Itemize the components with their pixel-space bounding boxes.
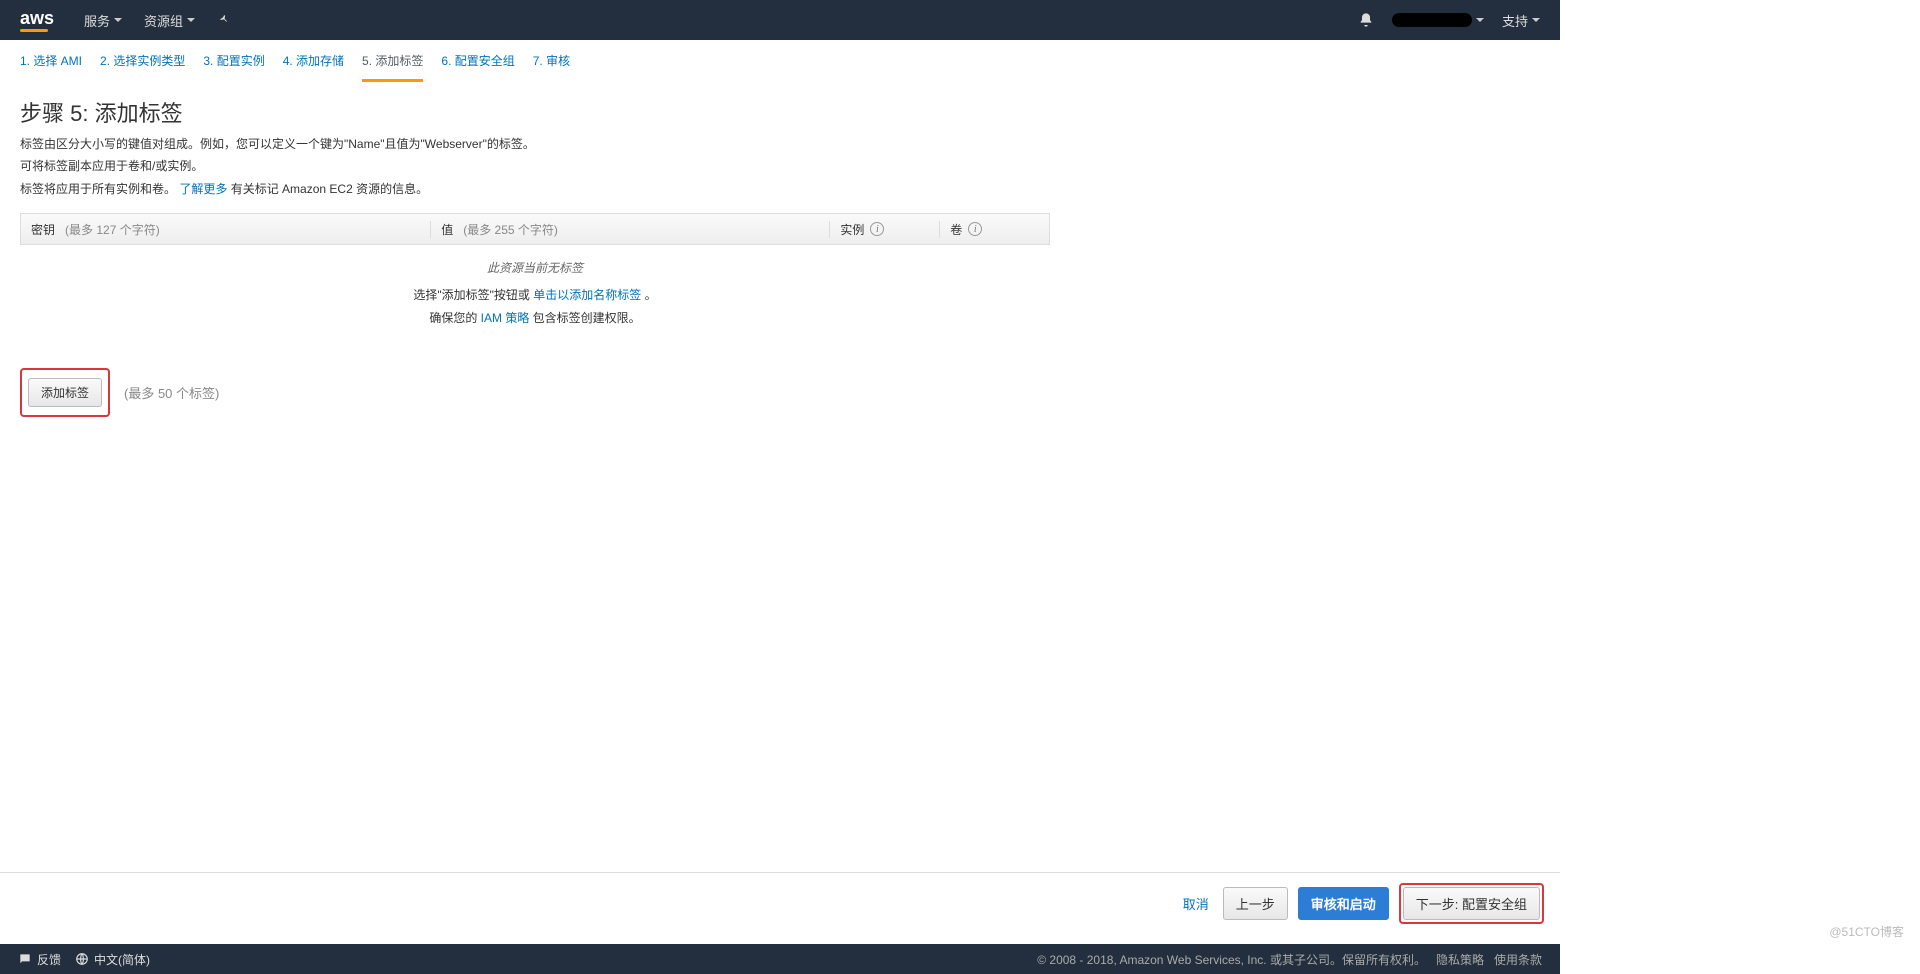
page-desc-3-suffix: 有关标记 Amazon EC2 资源的信息。	[231, 182, 428, 196]
language-label: 中文(简体)	[94, 951, 150, 968]
chevron-down-icon	[187, 18, 195, 22]
col-value: 值 (最多 255 个字符)	[430, 221, 829, 238]
add-tag-hint: (最多 50 个标签)	[124, 383, 219, 402]
services-menu[interactable]: 服务	[84, 11, 122, 30]
page-desc-3-prefix: 标签将应用于所有实例和卷。	[20, 182, 176, 196]
learn-more-link[interactable]: 了解更多	[179, 182, 227, 196]
col-instance: 实例 i	[829, 221, 939, 238]
aws-logo[interactable]: aws	[20, 9, 54, 32]
aws-logo-text: aws	[20, 9, 54, 27]
empty-tags-message: 此资源当前无标签	[20, 245, 1050, 284]
help1-prefix: 选择"添加标签"按钮或	[413, 288, 533, 302]
help1-suffix: 。	[645, 288, 657, 302]
help2-suffix: 包含标签创建权限。	[533, 311, 641, 325]
highlight-box: 下一步: 配置安全组	[1399, 883, 1544, 924]
page-desc-3: 标签将应用于所有实例和卷。 了解更多 有关标记 Amazon EC2 资源的信息…	[20, 179, 1540, 199]
col-key-label: 密钥	[31, 221, 55, 238]
review-launch-button[interactable]: 审核和启动	[1298, 887, 1389, 920]
iam-policy-link[interactable]: IAM 策略	[481, 311, 530, 325]
tags-table-header: 密钥 (最多 127 个字符) 值 (最多 255 个字符) 实例 i 卷 i	[20, 213, 1050, 245]
terms-link[interactable]: 使用条款	[1494, 951, 1542, 968]
support-menu[interactable]: 支持	[1502, 11, 1540, 30]
services-label: 服务	[84, 11, 110, 30]
aws-logo-smile	[20, 29, 48, 32]
bottom-bar: 反馈 中文(简体) © 2008 - 2018, Amazon Web Serv…	[0, 944, 1560, 974]
resource-groups-label: 资源组	[144, 11, 183, 30]
wizard-step-3[interactable]: 3. 配置实例	[203, 52, 264, 82]
top-nav: aws 服务 资源组 支持	[0, 0, 1560, 40]
col-value-hint: (最多 255 个字符)	[463, 221, 558, 238]
chevron-down-icon	[1532, 18, 1540, 22]
copyright-text: © 2008 - 2018, Amazon Web Services, Inc.…	[1037, 951, 1426, 968]
wizard-step-5[interactable]: 5. 添加标签	[362, 52, 423, 82]
tags-table: 密钥 (最多 127 个字符) 值 (最多 255 个字符) 实例 i 卷 i …	[20, 213, 1050, 340]
main-content: 步骤 5: 添加标签 标签由区分大小写的键值对组成。例如，您可以定义一个键为"N…	[0, 82, 1560, 431]
wizard-step-7[interactable]: 7. 审核	[533, 52, 570, 82]
help-text: 选择"添加标签"按钮或 单击以添加名称标签 。 确保您的 IAM 策略 包含标签…	[20, 284, 1050, 340]
col-volume: 卷 i	[939, 221, 1049, 238]
feedback-label: 反馈	[37, 951, 61, 968]
highlight-box: 添加标签	[20, 368, 110, 417]
info-icon[interactable]: i	[968, 222, 982, 236]
language-selector[interactable]: 中文(简体)	[75, 951, 150, 968]
page-desc-2: 可将标签副本应用于卷和/或实例。	[20, 156, 1540, 176]
add-tag-row: 添加标签 (最多 50 个标签)	[20, 368, 1540, 417]
chevron-down-icon	[114, 18, 122, 22]
wizard-steps: 1. 选择 AMI 2. 选择实例类型 3. 配置实例 4. 添加存储 5. 添…	[0, 40, 1560, 82]
col-instance-label: 实例	[840, 221, 864, 238]
col-key-hint: (最多 127 个字符)	[65, 221, 160, 238]
pin-shortcut-icon[interactable]	[217, 13, 231, 27]
col-volume-label: 卷	[950, 221, 962, 238]
speech-bubble-icon	[18, 952, 32, 966]
add-name-tag-link[interactable]: 单击以添加名称标签	[533, 288, 641, 302]
wizard-step-6[interactable]: 6. 配置安全组	[441, 52, 514, 82]
support-label: 支持	[1502, 11, 1528, 30]
page-title: 步骤 5: 添加标签	[20, 96, 1540, 128]
info-icon[interactable]: i	[870, 222, 884, 236]
privacy-link[interactable]: 隐私策略	[1436, 951, 1484, 968]
resource-groups-menu[interactable]: 资源组	[144, 11, 195, 30]
account-name-redacted	[1392, 13, 1472, 27]
account-menu[interactable]	[1392, 13, 1484, 27]
next-button[interactable]: 下一步: 配置安全组	[1403, 887, 1540, 920]
watermark-text: @51CTO博客	[1829, 923, 1904, 940]
wizard-step-2[interactable]: 2. 选择实例类型	[100, 52, 185, 82]
col-value-label: 值	[441, 221, 453, 238]
feedback-link[interactable]: 反馈	[18, 951, 61, 968]
notifications-icon[interactable]	[1358, 12, 1374, 28]
help2-prefix: 确保您的	[429, 311, 480, 325]
col-key: 密钥 (最多 127 个字符)	[21, 221, 430, 238]
cancel-link[interactable]: 取消	[1183, 894, 1209, 913]
page-desc-1: 标签由区分大小写的键值对组成。例如，您可以定义一个键为"Name"且值为"Web…	[20, 134, 1540, 154]
wizard-step-4[interactable]: 4. 添加存储	[283, 52, 344, 82]
chevron-down-icon	[1476, 18, 1484, 22]
wizard-step-1[interactable]: 1. 选择 AMI	[20, 52, 82, 82]
previous-button[interactable]: 上一步	[1223, 887, 1288, 920]
wizard-footer: 取消 上一步 审核和启动 下一步: 配置安全组	[0, 872, 1560, 934]
globe-icon	[75, 952, 89, 966]
add-tag-button[interactable]: 添加标签	[28, 378, 102, 407]
